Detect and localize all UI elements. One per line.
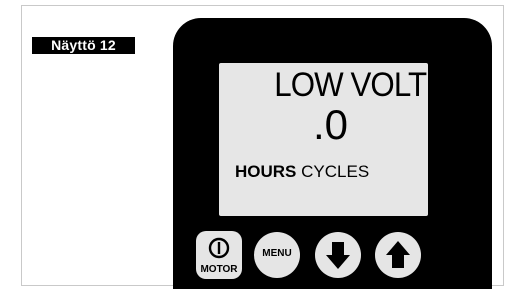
menu-button[interactable]: MENU (254, 232, 300, 278)
up-button[interactable] (375, 232, 421, 278)
motor-button[interactable]: MOTOR (196, 231, 242, 279)
display-status-text: LOW VOLT (274, 66, 427, 104)
control-panel-device: LOW VOLT .0 HOURS CYCLES MOTOR MENU (173, 18, 492, 289)
lcd-display: LOW VOLT .0 HOURS CYCLES (219, 63, 428, 216)
arrow-down-icon (326, 242, 350, 269)
display-counter-labels: HOURS CYCLES (235, 162, 369, 182)
cycles-label: CYCLES (301, 162, 370, 181)
down-button[interactable] (315, 232, 361, 278)
power-icon (208, 237, 230, 259)
hours-label: HOURS (235, 162, 297, 181)
figure-label: Näyttö 12 (32, 37, 135, 54)
menu-button-label: MENU (262, 248, 292, 259)
motor-button-label: MOTOR (200, 264, 238, 275)
arrow-up-icon (386, 241, 410, 268)
display-value-text: .0 (313, 101, 349, 148)
